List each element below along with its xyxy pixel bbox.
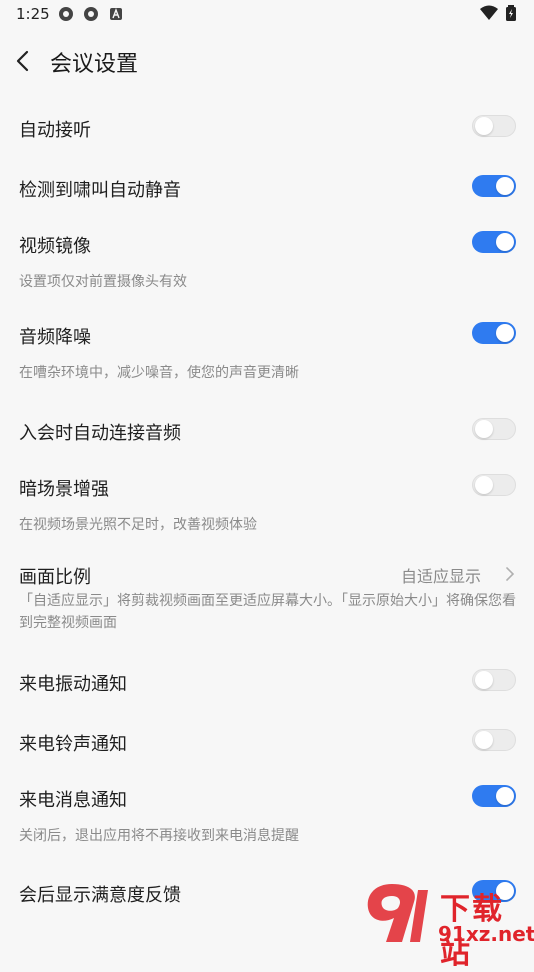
call-ringtone-toggle[interactable] xyxy=(472,729,516,751)
call-vibrate-toggle[interactable] xyxy=(472,669,516,691)
app-notification-icon xyxy=(59,7,73,21)
watermark-url: 91xz.net xyxy=(438,922,534,946)
aspect-ratio-value[interactable]: 自适应显示 xyxy=(401,563,481,587)
status-bar: 1:25 xyxy=(0,0,534,30)
setting-label: 来电消息通知 xyxy=(19,790,127,811)
setting-label: 暗场景增强 xyxy=(19,479,109,500)
page-title: 会议设置 xyxy=(50,52,139,77)
howling-mute-toggle[interactable] xyxy=(472,175,516,197)
header: 会议设置 xyxy=(0,40,534,84)
status-time: 1:25 xyxy=(16,5,50,23)
setting-label: 来电铃声通知 xyxy=(19,734,127,755)
battery-icon xyxy=(506,5,516,21)
setting-description: 设置项仅对前置摄像头有效 xyxy=(19,274,187,290)
setting-label: 视频镜像 xyxy=(19,236,91,257)
auto-answer-toggle[interactable] xyxy=(472,115,516,137)
a-notification-icon xyxy=(110,8,122,20)
auto-connect-audio-toggle[interactable] xyxy=(472,418,516,440)
setting-label: 会后显示满意度反馈 xyxy=(19,885,181,906)
video-mirror-toggle[interactable] xyxy=(472,231,516,253)
setting-description: 关闭后，退出应用将不再接收到来电消息提醒 xyxy=(19,828,299,844)
low-light-toggle[interactable] xyxy=(472,474,516,496)
setting-label: 来电振动通知 xyxy=(19,674,127,695)
setting-description: 在嘈杂环境中，减少噪音，使您的声音更清晰 xyxy=(19,365,299,381)
wifi-icon xyxy=(480,5,498,20)
setting-label: 检测到啸叫自动静音 xyxy=(19,180,181,201)
setting-description: 「自适应显示」将剪裁视频画面至更适应屏幕大小。「显示原始大小」将确保您看到完整视… xyxy=(19,593,516,631)
watermark-logo-icon xyxy=(367,884,428,942)
setting-description: 在视频场景光照不足时，改善视频体验 xyxy=(19,517,257,533)
setting-label: 自动接听 xyxy=(19,120,91,141)
app-notification-icon xyxy=(84,7,98,21)
setting-label: 音频降噪 xyxy=(19,327,91,348)
back-arrow-icon[interactable] xyxy=(12,48,34,74)
setting-label: 入会时自动连接音频 xyxy=(19,423,181,444)
setting-label: 画面比例 xyxy=(19,567,91,588)
noise-reduction-toggle[interactable] xyxy=(472,322,516,344)
status-right xyxy=(480,5,516,21)
chevron-right-icon xyxy=(506,567,515,581)
call-message-toggle[interactable] xyxy=(472,785,516,807)
